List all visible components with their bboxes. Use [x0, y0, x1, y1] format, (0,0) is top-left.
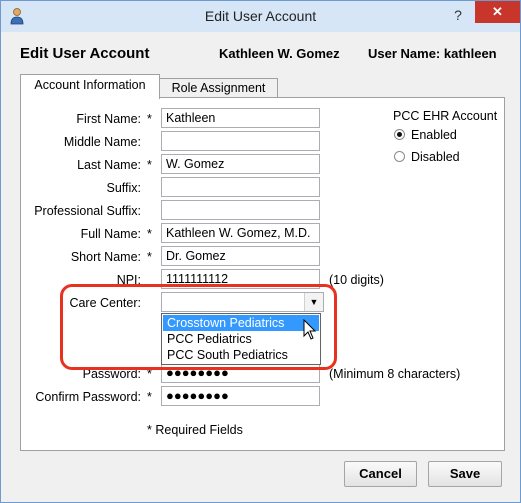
radio-enabled[interactable]: Enabled	[394, 128, 457, 142]
page-title: Edit User Account	[20, 45, 150, 62]
confirm-password-label: Confirm Password:	[35, 390, 141, 404]
suffix-input[interactable]	[161, 177, 320, 197]
radio-disabled-label: Disabled	[411, 150, 460, 164]
full-name-input[interactable]: Kathleen W. Gomez, M.D.	[161, 223, 320, 243]
professional-suffix-input[interactable]	[161, 200, 320, 220]
middle-name-input[interactable]	[161, 131, 320, 151]
cancel-button[interactable]: Cancel	[344, 461, 417, 487]
edit-user-account-window: Edit User Account ? ✕ Edit User Account …	[0, 0, 521, 503]
mouse-pointer-icon	[303, 319, 317, 340]
radio-selected-icon[interactable]	[394, 129, 405, 140]
short-name-label: Short Name:	[70, 250, 141, 264]
first-name-label: First Name:	[76, 112, 141, 126]
radio-unselected-icon[interactable]	[394, 151, 405, 162]
title-bar: Edit User Account ? ✕	[1, 1, 520, 32]
window-title: Edit User Account	[204, 8, 317, 24]
care-center-highlight-annotation	[60, 284, 337, 370]
save-button[interactable]: Save	[428, 461, 502, 487]
middle-name-label: Middle Name:	[63, 135, 141, 149]
password-hint: (Minimum 8 characters)	[329, 367, 461, 381]
short-name-input[interactable]: Dr. Gomez	[161, 246, 320, 266]
suffix-label: Suffix:	[106, 181, 141, 195]
npi-hint: (10 digits)	[329, 273, 384, 287]
required-marker: *	[147, 390, 152, 404]
confirm-password-input[interactable]: ●●●●●●●●	[161, 386, 320, 406]
required-fields-note: * Required Fields	[147, 423, 243, 437]
last-name-input[interactable]: W. Gomez	[161, 154, 320, 174]
tab-account-information[interactable]: Account Information	[20, 74, 160, 99]
tab-role-assignment[interactable]: Role Assignment	[159, 78, 278, 98]
radio-enabled-label: Enabled	[411, 128, 457, 142]
user-full-name: Kathleen W. Gomez	[219, 46, 340, 61]
first-name-input[interactable]: Kathleen	[161, 108, 320, 128]
professional-suffix-label: Professional Suffix:	[34, 204, 141, 218]
close-button[interactable]: ✕	[475, 1, 520, 23]
radio-disabled[interactable]: Disabled	[394, 150, 460, 164]
help-button[interactable]: ?	[447, 5, 469, 27]
user-name-label: User Name: kathleen	[368, 46, 497, 61]
pcc-ehr-account-title: PCC EHR Account	[393, 109, 498, 123]
required-marker: *	[147, 158, 152, 172]
last-name-label: Last Name:	[77, 158, 141, 172]
required-marker: *	[147, 250, 152, 264]
required-marker: *	[147, 227, 152, 241]
full-name-label: Full Name:	[80, 227, 141, 241]
required-marker: *	[147, 112, 152, 126]
